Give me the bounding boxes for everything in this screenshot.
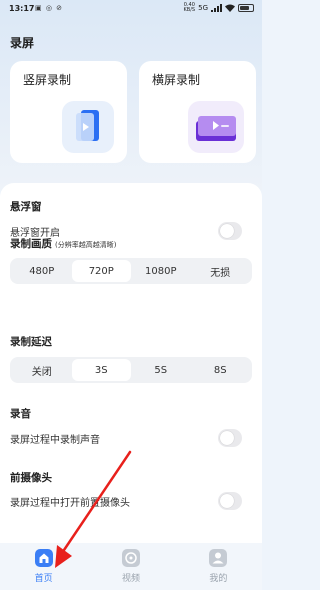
home-icon xyxy=(34,549,53,567)
landscape-record-label: 横屏录制 xyxy=(152,73,201,87)
quality-selector: 480P 720P 1080P 无损 xyxy=(10,258,252,284)
network-speed: 0.40 KB/S xyxy=(183,2,196,13)
delay-option-3s[interactable]: 3S xyxy=(71,359,131,381)
nav-item-video[interactable]: 视频 xyxy=(87,543,174,590)
delay-option-off[interactable]: 关闭 xyxy=(12,359,72,381)
delay-option-5s[interactable]: 5S xyxy=(131,359,191,381)
floating-window-toggle[interactable] xyxy=(218,222,242,240)
audio-title: 录音 xyxy=(10,408,31,420)
wifi-icon xyxy=(225,4,235,12)
quality-title: 录制画质 (分辨率越高越清晰) xyxy=(10,238,117,250)
quality-subtitle: (分辨率越高越清晰) xyxy=(55,241,117,249)
front-camera-label: 录屏过程中打开前置摄像头 xyxy=(10,498,130,509)
quality-option-lossless[interactable]: 无损 xyxy=(191,260,251,282)
profile-icon xyxy=(209,549,228,567)
portrait-record-label: 竖屏录制 xyxy=(23,73,72,87)
signal-icon xyxy=(211,4,222,12)
nav-item-profile[interactable]: 我的 xyxy=(175,543,262,590)
status-bar: 13:17 ▣ ◎ ⊘ 0.40 KB/S 5G xyxy=(0,0,262,18)
front-camera-toggle[interactable] xyxy=(218,492,242,510)
nav-label-home: 首页 xyxy=(34,574,53,584)
status-time: 13:17 xyxy=(9,4,35,13)
audio-label: 录屏过程中录制声音 xyxy=(10,435,100,446)
status-indicators: 0.40 KB/S 5G xyxy=(184,3,254,13)
delay-title: 录制延迟 xyxy=(10,336,52,348)
battery-icon xyxy=(238,4,254,12)
portrait-record-icon xyxy=(62,101,114,153)
quality-option-720p[interactable]: 720P xyxy=(71,260,131,282)
portrait-record-card[interactable]: 竖屏录制 xyxy=(10,61,127,163)
video-icon xyxy=(121,549,140,567)
nav-item-home[interactable]: 首页 xyxy=(0,543,87,590)
audio-toggle[interactable] xyxy=(218,429,242,447)
page-title: 录屏 xyxy=(10,36,35,50)
landscape-record-icon xyxy=(188,101,244,153)
quality-option-1080p[interactable]: 1080P xyxy=(131,260,191,282)
front-camera-title: 前摄像头 xyxy=(10,472,52,484)
network-type: 5G xyxy=(198,4,208,12)
nav-label-profile: 我的 xyxy=(209,574,228,584)
notification-icons: ▣ ◎ ⊘ xyxy=(35,4,64,12)
delay-option-8s[interactable]: 8S xyxy=(191,359,251,381)
landscape-record-card[interactable]: 横屏录制 xyxy=(139,61,256,163)
delay-selector: 关闭 3S 5S 8S xyxy=(10,357,252,383)
bottom-nav: 首页 视频 我的 xyxy=(0,543,262,590)
nav-label-video: 视频 xyxy=(121,574,140,584)
quality-option-480p[interactable]: 480P xyxy=(12,260,72,282)
floating-window-title: 悬浮窗 xyxy=(10,201,42,213)
